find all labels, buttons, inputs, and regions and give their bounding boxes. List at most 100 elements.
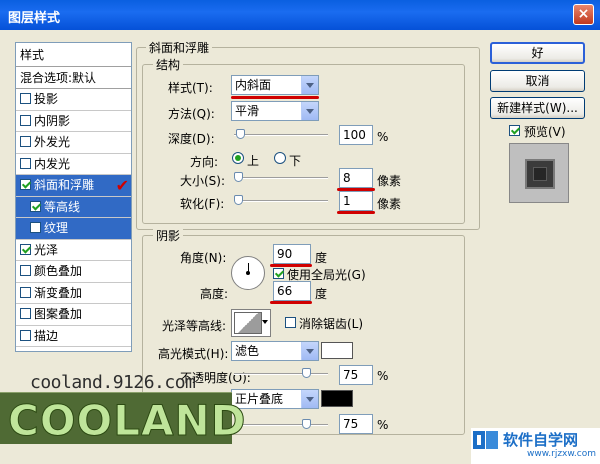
anti-alias-checkbox[interactable] [285, 317, 296, 328]
shadow-opacity-slider[interactable] [234, 419, 328, 429]
red-annotation-underline [337, 211, 375, 214]
slider-handle-icon[interactable] [302, 368, 311, 378]
direction-label: 方向: [190, 155, 219, 169]
close-icon[interactable]: × [573, 4, 594, 25]
global-light-checkbox[interactable] [273, 268, 284, 279]
contour-preview-icon [234, 312, 262, 334]
highlight-color-swatch[interactable] [321, 342, 353, 359]
site-logo-icon [473, 431, 498, 449]
slider-handle-icon[interactable] [234, 195, 243, 205]
soften-slider[interactable] [234, 195, 328, 205]
checkbox-checked-icon[interactable] [20, 179, 31, 190]
highlight-mode-select[interactable]: 滤色 [231, 341, 319, 361]
gloss-contour-picker[interactable] [231, 309, 271, 337]
anti-alias-label: 消除锯齿(L) [299, 317, 364, 331]
checkbox-icon[interactable] [20, 93, 31, 104]
window-title: 图层样式 [8, 11, 61, 26]
direction-up-radio[interactable] [232, 152, 244, 164]
preview-checkbox[interactable] [509, 125, 520, 136]
style-label: 样式(T): [168, 81, 213, 95]
style-list: 样式 混合选项:默认 投影 内阴影 外发光 内发光 斜面和浮雕 ✔ 等高线 纹理 … [15, 42, 132, 352]
chevron-down-icon[interactable] [262, 320, 268, 324]
checkbox-icon[interactable] [20, 136, 31, 147]
style-item-pattern-overlay[interactable]: 图案叠加 [16, 304, 131, 326]
shadow-color-swatch[interactable] [321, 390, 353, 407]
style-item-inner-glow[interactable]: 内发光 [16, 154, 131, 175]
direction-down-radio[interactable] [274, 152, 286, 164]
watermark-site: 软件自学网 www.rjzxw.com [471, 428, 600, 464]
angle-label: 角度(N): [180, 251, 227, 265]
chevron-down-icon[interactable] [301, 102, 318, 120]
direction-up-label: 上 [247, 154, 260, 168]
checkbox-icon[interactable] [20, 308, 31, 319]
style-list-header[interactable]: 样式 [16, 43, 131, 67]
altitude-input[interactable]: 66 [273, 281, 311, 301]
highlight-opacity-input[interactable]: 75 [339, 365, 373, 385]
checkbox-checked-icon[interactable] [20, 243, 31, 255]
soften-label: 软化(F): [180, 197, 225, 211]
gloss-contour-label: 光泽等高线: [162, 319, 227, 333]
style-item-satin[interactable]: 光泽 [16, 240, 131, 261]
method-select[interactable]: 平滑 [231, 101, 319, 121]
style-preview-thumbnail [509, 143, 569, 203]
style-item-color-overlay[interactable]: 颜色叠加 [16, 261, 131, 283]
title-bar: 图层样式 × [0, 0, 600, 30]
site-name: 软件自学网 [503, 431, 579, 449]
slider-handle-icon[interactable] [236, 129, 245, 139]
style-item-drop-shadow[interactable]: 投影 [16, 89, 131, 111]
slider-handle-icon[interactable] [302, 419, 311, 429]
depth-slider[interactable] [234, 129, 328, 139]
red-checkmark-icon: ✔ [115, 176, 129, 195]
style-item-texture[interactable]: 纹理 [16, 218, 131, 240]
depth-label: 深度(D): [168, 132, 215, 146]
red-annotation-underline [231, 96, 319, 99]
blend-options-item[interactable]: 混合选项:默认 [16, 67, 131, 89]
size-unit: 像素 [377, 174, 402, 188]
direction-down-label: 下 [289, 154, 302, 168]
size-input[interactable]: 8 [339, 168, 373, 188]
style-item-stroke[interactable]: 描边 [16, 326, 131, 347]
style-item-contour[interactable]: 等高线 [16, 196, 131, 218]
checkbox-icon[interactable] [20, 157, 31, 169]
depth-input[interactable]: 100 [339, 125, 373, 145]
preview-label: 预览(V) [524, 125, 566, 139]
style-item-inner-shadow[interactable]: 内阴影 [16, 111, 131, 132]
slider-handle-icon[interactable] [234, 172, 243, 182]
chevron-down-icon[interactable] [301, 76, 318, 94]
style-item-bevel-emboss[interactable]: 斜面和浮雕 ✔ [16, 175, 131, 197]
site-domain: www.rjzxw.com [527, 449, 596, 459]
cancel-button[interactable]: 取消 [490, 70, 585, 92]
altitude-label: 高度: [200, 287, 229, 301]
highlight-mode-label: 高光模式(H): [158, 347, 229, 361]
checkbox-icon[interactable] [20, 286, 31, 298]
new-style-button[interactable]: 新建样式(W)... [490, 97, 585, 119]
style-item-gradient-overlay[interactable]: 渐变叠加 [16, 283, 131, 304]
red-annotation-underline [270, 301, 312, 304]
structure-title: 结构 [153, 56, 184, 73]
altitude-unit: 度 [315, 287, 328, 301]
checkbox-icon[interactable] [20, 329, 31, 341]
checkbox-checked-icon[interactable] [30, 200, 41, 212]
style-item-outer-glow[interactable]: 外发光 [16, 132, 131, 154]
angle-dial-icon[interactable] [231, 256, 265, 290]
angle-input[interactable]: 90 [273, 244, 311, 264]
size-slider[interactable] [234, 172, 328, 182]
checkbox-icon[interactable] [20, 265, 31, 276]
angle-unit: 度 [315, 251, 328, 265]
highlight-opacity-unit: % [377, 369, 389, 383]
shadow-opacity-unit: % [377, 418, 389, 432]
watermark-url: cooland.9126.com [30, 372, 196, 393]
chevron-down-icon[interactable] [301, 390, 318, 408]
soften-input[interactable]: 1 [339, 191, 373, 211]
highlight-opacity-slider[interactable] [234, 368, 328, 378]
style-select[interactable]: 内斜面 [231, 75, 319, 95]
size-label: 大小(S): [180, 174, 226, 188]
checkbox-icon[interactable] [20, 114, 31, 126]
checkbox-icon[interactable] [30, 222, 41, 233]
bevel-emboss-title: 斜面和浮雕 [146, 39, 213, 56]
soften-unit: 像素 [377, 197, 402, 211]
chevron-down-icon[interactable] [301, 342, 318, 360]
shadow-opacity-input[interactable]: 75 [339, 414, 373, 434]
depth-unit: % [377, 130, 389, 144]
ok-button[interactable]: 好 [490, 42, 585, 64]
